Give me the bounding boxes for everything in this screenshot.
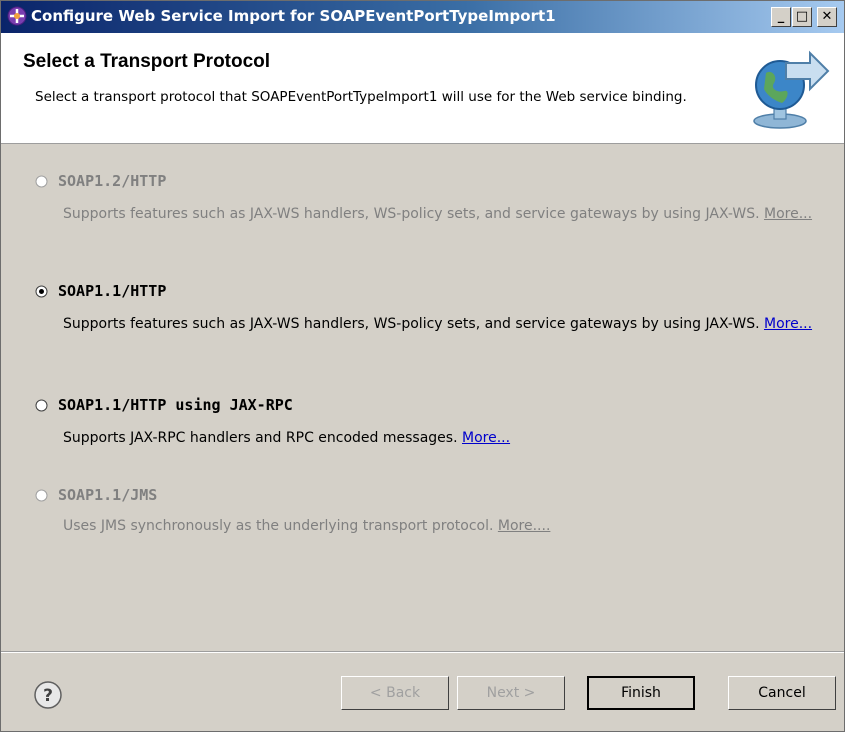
more-link[interactable]: More...: [764, 316, 812, 332]
footer-separator: [1, 651, 844, 653]
option-description-text: Uses JMS synchronously as the underlying…: [63, 518, 494, 534]
option-description: Uses JMS synchronously as the underlying…: [63, 516, 828, 536]
option-label: SOAP1.1/HTTP: [58, 282, 167, 300]
cancel-button[interactable]: Cancel: [728, 676, 836, 710]
app-icon: [7, 6, 27, 26]
configure-web-service-dialog: Configure Web Service Import for SOAPEve…: [0, 0, 845, 732]
help-icon[interactable]: ?: [33, 680, 63, 710]
option-description-text: Supports JAX-RPC handlers and RPC encode…: [63, 430, 458, 446]
option-label: SOAP1.1/HTTP using JAX-RPC: [58, 396, 293, 414]
option-description: Supports JAX-RPC handlers and RPC encode…: [63, 428, 828, 448]
wizard-header: Select a Transport Protocol Select a tra…: [1, 33, 844, 144]
page-title: Select a Transport Protocol: [23, 51, 271, 72]
more-link: More....: [497, 518, 551, 534]
option-label: SOAP1.2/HTTP: [58, 172, 167, 190]
minimize-button[interactable]: _: [771, 7, 791, 27]
radio-soap11-http[interactable]: [35, 285, 48, 298]
close-button[interactable]: ✕: [817, 7, 837, 27]
svg-text:?: ?: [43, 686, 53, 706]
radio-soap11-jms: [35, 489, 48, 502]
option-description-text: Supports features such as JAX-WS handler…: [63, 316, 760, 332]
next-button[interactable]: Next >: [457, 676, 565, 710]
radio-soap11-http-jaxrpc[interactable]: [35, 399, 48, 412]
option-description: Supports features such as JAX-WS handler…: [63, 314, 828, 334]
maximize-button[interactable]: □: [792, 7, 812, 27]
option-label: SOAP1.1/JMS: [58, 486, 158, 504]
option-description: Supports features such as JAX-WS handler…: [63, 204, 828, 224]
more-link[interactable]: More...: [462, 430, 510, 446]
window-title: Configure Web Service Import for SOAPEve…: [31, 7, 556, 25]
page-description: Select a transport protocol that SOAPEve…: [35, 89, 687, 105]
title-bar[interactable]: Configure Web Service Import for SOAPEve…: [1, 1, 844, 33]
option-description-text: Supports features such as JAX-WS handler…: [63, 206, 760, 222]
finish-button[interactable]: Finish: [587, 676, 695, 710]
more-link: More...: [763, 206, 813, 222]
radio-soap12-http: [35, 175, 48, 188]
back-button[interactable]: < Back: [341, 676, 449, 710]
globe-arrow-icon: [753, 50, 830, 129]
